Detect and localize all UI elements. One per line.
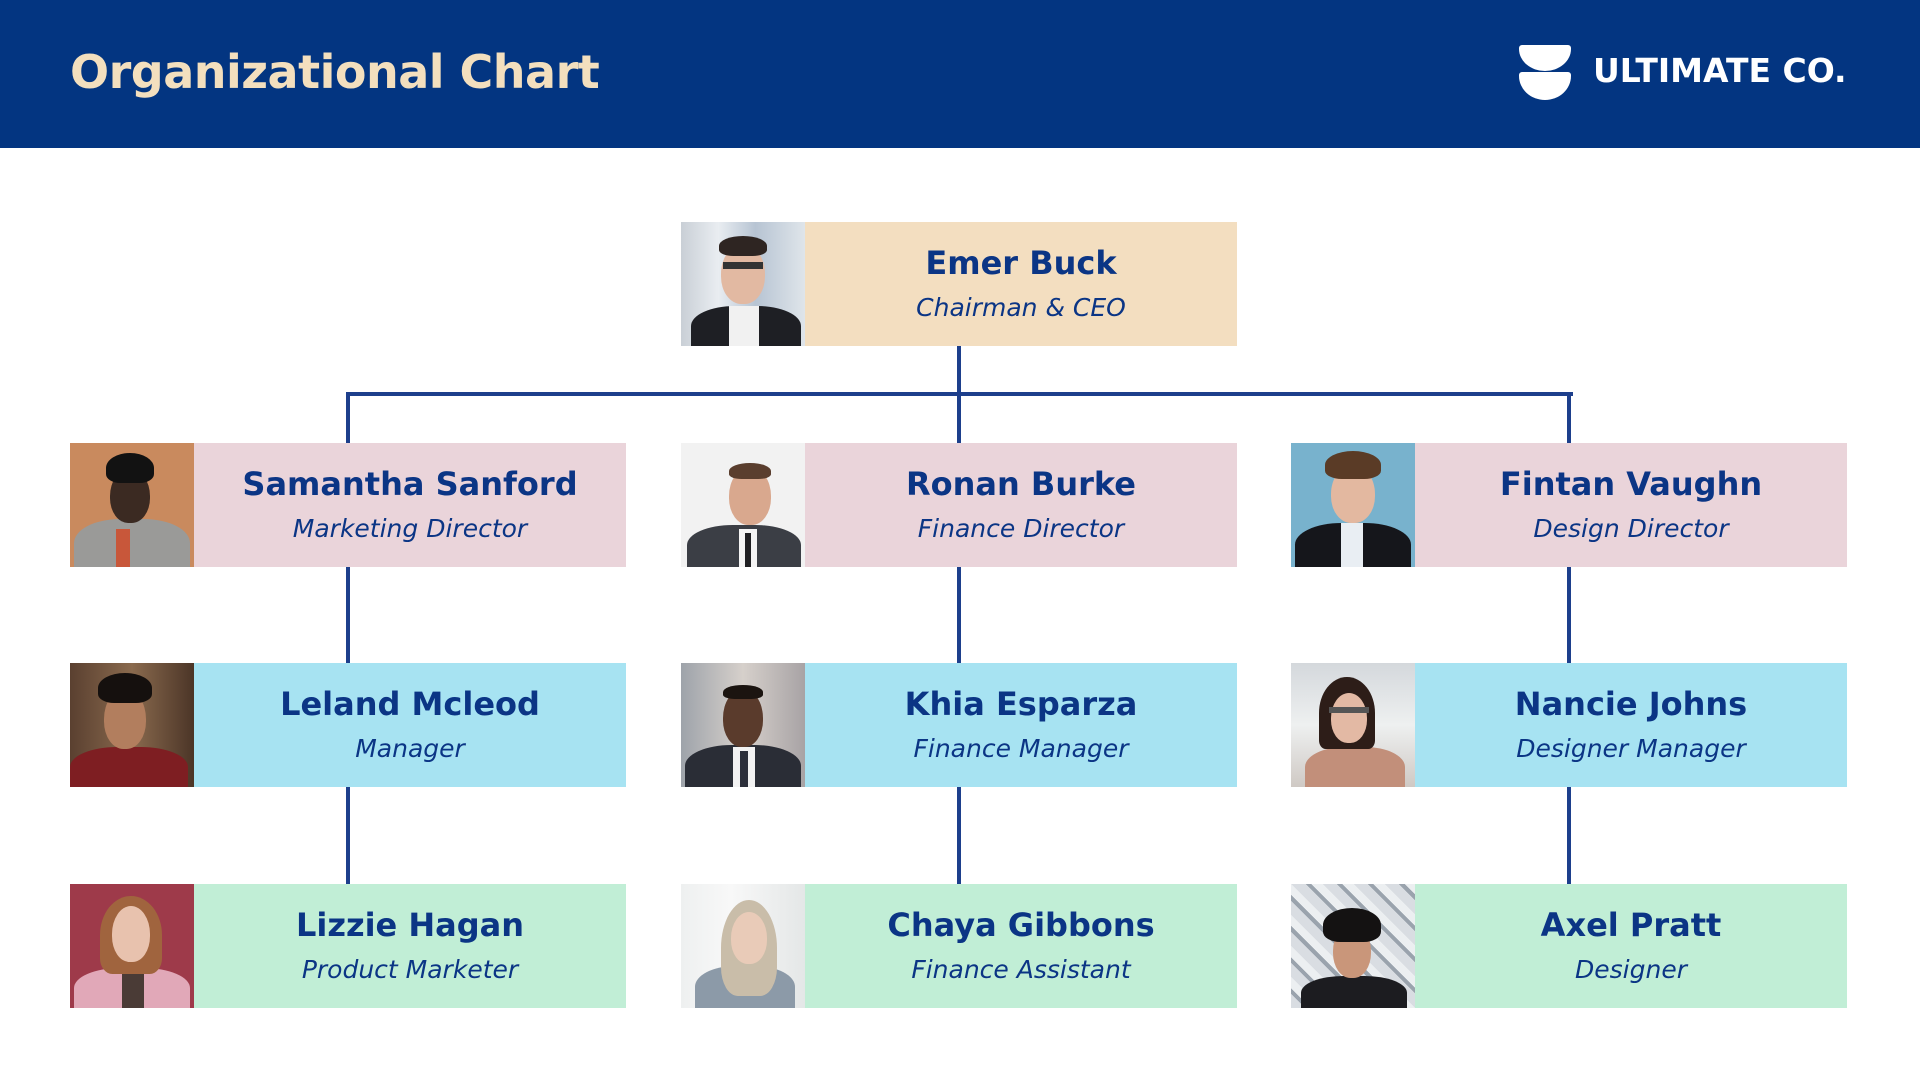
person-role: Design Director [1533, 514, 1729, 543]
person-name: Emer Buck [925, 244, 1117, 282]
page-title: Organizational Chart [70, 45, 600, 99]
org-node-info: Lizzie Hagan Product Marketer [194, 884, 626, 1008]
person-role: Marketing Director [292, 514, 528, 543]
org-node-director[interactable]: Ronan Burke Finance Director [681, 443, 1237, 567]
person-name: Chaya Gibbons [887, 906, 1155, 944]
person-name: Ronan Burke [906, 465, 1136, 503]
connector-col2-manager-staff [957, 787, 961, 884]
header-bar: Organizational Chart ULTIMATE CO. [0, 0, 1920, 148]
connector-col2-director-manager [957, 566, 961, 663]
portrait-woman-grey-blazer-icon [70, 443, 194, 567]
org-node-info: Leland Mcleod Manager [194, 663, 626, 787]
org-node-manager[interactable]: Khia Esparza Finance Manager [681, 663, 1237, 787]
portrait-woman-glasses-icon [1291, 663, 1415, 787]
person-name: Leland Mcleod [280, 685, 540, 723]
org-node-ceo[interactable]: Emer Buck Chairman & CEO [681, 222, 1237, 346]
portrait-woman-blonde-icon [681, 884, 805, 1008]
connector-col3-manager-staff [1567, 787, 1571, 884]
person-name: Fintan Vaughn [1499, 465, 1763, 503]
connector-horizontal-bar [346, 392, 1573, 396]
stacked-bowls-logo-icon [1519, 45, 1571, 101]
person-name: Nancie Johns [1514, 685, 1748, 723]
person-role: Chairman & CEO [916, 293, 1126, 322]
org-node-staff[interactable]: Lizzie Hagan Product Marketer [70, 884, 626, 1008]
person-name: Axel Pratt [1540, 906, 1722, 944]
person-role: Designer Manager [1516, 734, 1746, 763]
org-node-info: Ronan Burke Finance Director [805, 443, 1237, 567]
connector-to-col1-director [346, 392, 350, 443]
connector-col1-manager-staff [346, 787, 350, 884]
portrait-man-curly-hair-icon [1291, 884, 1415, 1008]
person-name: Khia Esparza [904, 685, 1138, 723]
company-name: ULTIMATE CO. [1593, 51, 1847, 90]
portrait-man-suit-smiling-icon [681, 443, 805, 567]
org-node-info: Khia Esparza Finance Manager [805, 663, 1237, 787]
portrait-man-glasses-icon [681, 222, 805, 346]
connector-col1-director-manager [346, 566, 350, 663]
connector-col3-director-manager [1567, 566, 1571, 663]
portrait-man-blue-background-icon [1291, 443, 1415, 567]
org-node-info: Samantha Sanford Marketing Director [194, 443, 626, 567]
portrait-man-red-shirt-icon [70, 663, 194, 787]
person-role: Designer [1575, 955, 1687, 984]
org-node-info: Nancie Johns Designer Manager [1415, 663, 1847, 787]
org-node-staff[interactable]: Chaya Gibbons Finance Assistant [681, 884, 1237, 1008]
person-role: Product Marketer [301, 955, 519, 984]
org-node-director[interactable]: Samantha Sanford Marketing Director [70, 443, 626, 567]
person-name: Samantha Sanford [242, 465, 578, 503]
person-role: Finance Director [917, 514, 1125, 543]
org-node-manager[interactable]: Nancie Johns Designer Manager [1291, 663, 1847, 787]
org-node-info: Fintan Vaughn Design Director [1415, 443, 1847, 567]
org-node-manager[interactable]: Leland Mcleod Manager [70, 663, 626, 787]
portrait-woman-pink-blazer-icon [70, 884, 194, 1008]
org-node-info: Emer Buck Chairman & CEO [805, 222, 1237, 346]
connector-to-col3-director [1567, 392, 1571, 443]
portrait-man-dark-suit-icon [681, 663, 805, 787]
org-node-info: Chaya Gibbons Finance Assistant [805, 884, 1237, 1008]
person-role: Finance Assistant [911, 955, 1131, 984]
person-role: Manager [355, 734, 465, 763]
org-node-info: Axel Pratt Designer [1415, 884, 1847, 1008]
org-node-staff[interactable]: Axel Pratt Designer [1291, 884, 1847, 1008]
person-role: Finance Manager [913, 734, 1129, 763]
org-node-director[interactable]: Fintan Vaughn Design Director [1291, 443, 1847, 567]
person-name: Lizzie Hagan [295, 906, 525, 944]
